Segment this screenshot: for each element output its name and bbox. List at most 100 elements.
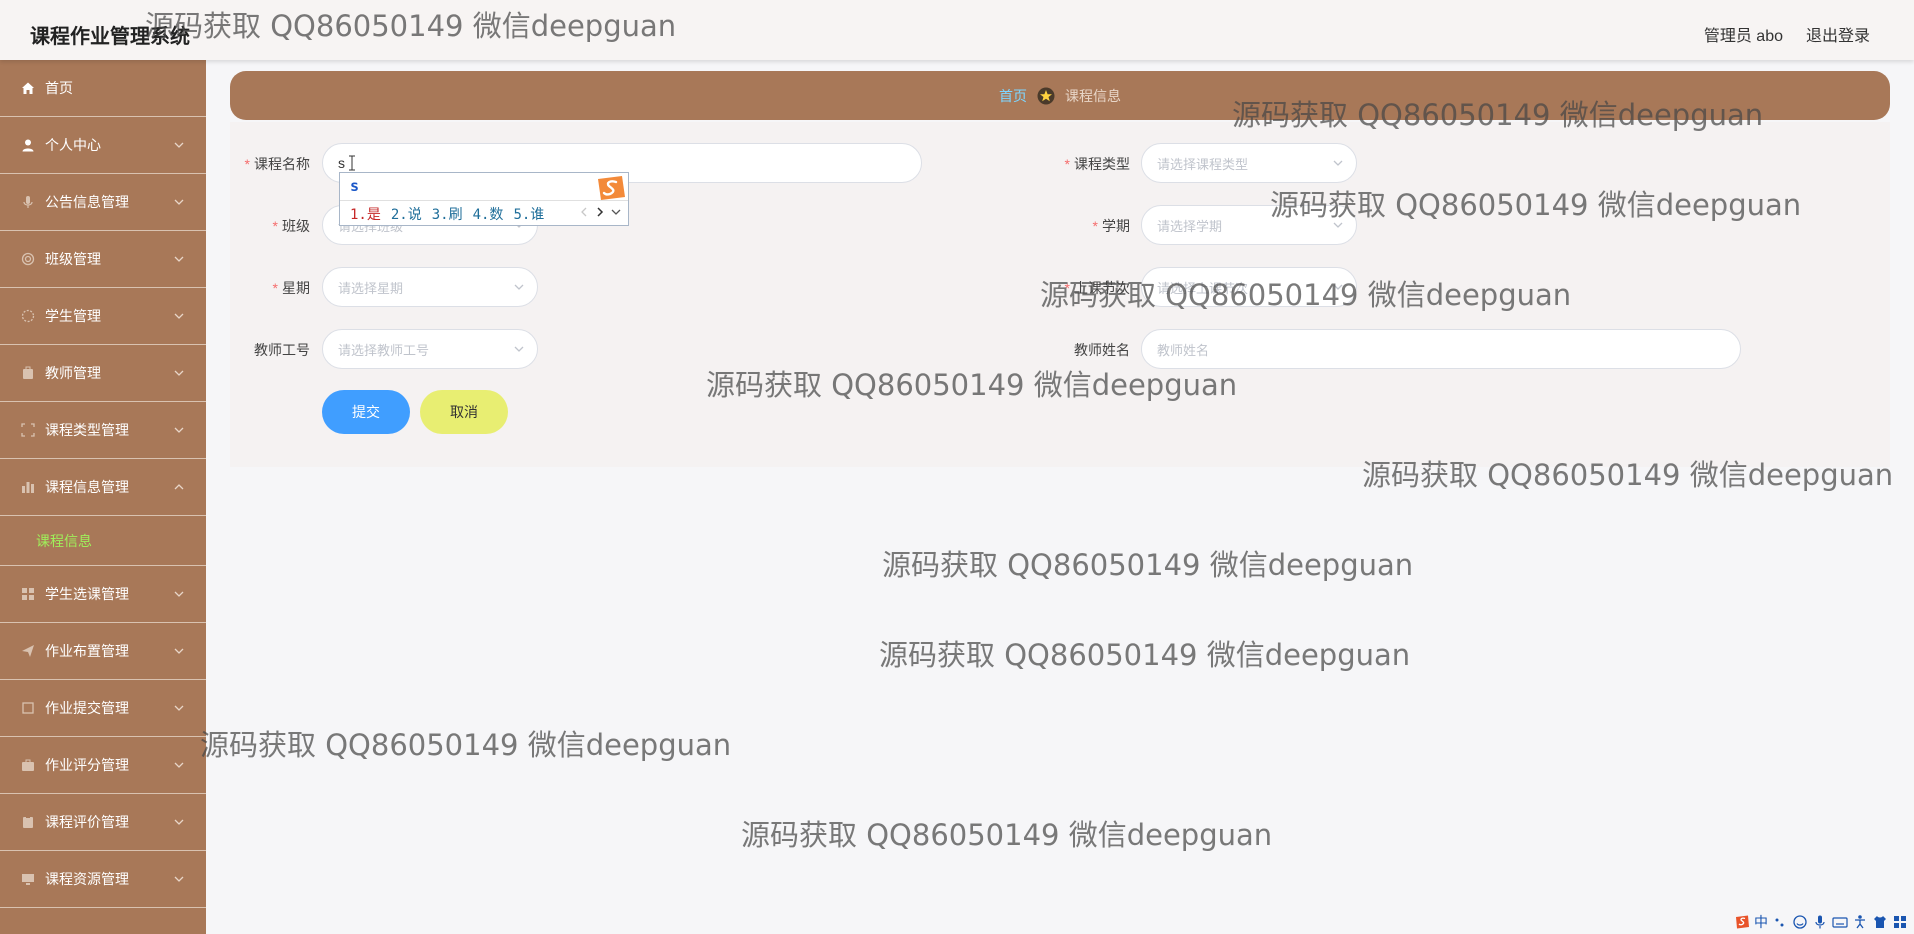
ime-separator <box>340 200 628 201</box>
teacher-id-placeholder: 请选择教师工号 <box>338 342 430 358</box>
chevron-down-icon <box>174 313 184 319</box>
punctuation-icon[interactable] <box>1772 914 1788 930</box>
course-name-value: s <box>338 155 345 171</box>
teacher-name-input[interactable]: 教师姓名 <box>1141 329 1741 369</box>
crop-icon <box>20 700 36 716</box>
ime-candidate[interactable]: 3.刷 <box>432 207 463 223</box>
ime-candidate-popup: s 1.是 2.说 3.刷 4.数 5.谁 <box>339 172 629 226</box>
sidebar-item-course-types[interactable]: 课程类型管理 <box>0 402 206 459</box>
home-icon <box>20 80 36 96</box>
teacher-id-label: 教师工号 <box>254 342 310 358</box>
sidebar-item-label: 个人中心 <box>45 137 101 153</box>
sidebar-item-homework-grading[interactable]: 作业评分管理 <box>0 737 206 794</box>
sidebar-item-course-evaluation[interactable]: 课程评价管理 <box>0 794 206 851</box>
sidebar-item-course-selection[interactable]: 学生选课管理 <box>0 566 206 623</box>
current-user-label: 管理员 abo <box>1703 28 1783 45</box>
period-placeholder: 请选择上课节次 <box>1157 280 1249 296</box>
grid-icon <box>20 586 36 602</box>
sidebar-item-announcements[interactable]: 公告信息管理 <box>0 174 206 231</box>
watermark: 源码获取 QQ86050149 微信deepguan <box>200 728 732 762</box>
sidebar-item-home[interactable]: 首页 <box>0 60 206 117</box>
semester-placeholder: 请选择学期 <box>1157 218 1223 234</box>
class-label: * 班级 <box>272 218 310 234</box>
ime-candidate[interactable]: 1.是 <box>350 207 381 223</box>
grid-icon[interactable] <box>1892 914 1908 930</box>
sidebar-item-course-info[interactable]: 课程信息管理 <box>0 459 206 516</box>
logout-link[interactable]: 退出登录 <box>1806 22 1870 46</box>
chart-icon <box>20 479 36 495</box>
cancel-button[interactable]: 取消 <box>420 390 508 434</box>
chevron-down-icon <box>1333 160 1343 166</box>
shirt-icon[interactable] <box>1872 914 1888 930</box>
sidebar-menu: 首页 个人中心 公告信息管理 班级管理 学生管理 教师管理 课程类型管理 课程信… <box>0 60 206 934</box>
chevron-down-icon[interactable] <box>610 205 622 219</box>
top-header: 课程作业管理系统 管理员 abo 退出登录 <box>0 0 1914 60</box>
monitor-icon <box>20 871 36 887</box>
required-asterisk: * <box>272 218 278 234</box>
sidebar-item-label: 教师管理 <box>45 365 101 381</box>
sogou-logo-icon[interactable] <box>1734 914 1750 930</box>
send-icon <box>20 643 36 659</box>
sidebar-item-course-resources[interactable]: 课程资源管理 <box>0 851 206 908</box>
sidebar-item-homework-assign[interactable]: 作业布置管理 <box>0 623 206 680</box>
target-icon <box>20 251 36 267</box>
sidebar-item-label: 学生选课管理 <box>45 586 129 602</box>
ime-candidate[interactable]: 5.谁 <box>513 207 544 223</box>
period-select[interactable]: 请选择上课节次 <box>1141 267 1357 307</box>
semester-select[interactable]: 请选择学期 <box>1141 205 1357 245</box>
ime-composition: s <box>350 177 360 195</box>
sidebar-item-classes[interactable]: 班级管理 <box>0 231 206 288</box>
chevron-left-icon[interactable] <box>578 205 590 219</box>
teacher-id-select[interactable]: 请选择教师工号 <box>322 329 538 369</box>
sidebar-item-students[interactable]: 学生管理 <box>0 288 206 345</box>
chevron-down-icon <box>174 199 184 205</box>
chevron-down-icon <box>174 705 184 711</box>
chevron-down-icon <box>174 256 184 262</box>
emoji-icon[interactable] <box>1792 914 1808 930</box>
sogou-logo-icon <box>598 176 625 200</box>
required-asterisk: * <box>272 280 278 296</box>
chevron-down-icon <box>1333 222 1343 228</box>
star-icon <box>1037 87 1055 104</box>
watermark: 源码获取 QQ86050149 微信deepguan <box>882 548 1414 582</box>
weekday-label: * 星期 <box>272 280 310 296</box>
breadcrumb-home-link[interactable]: 首页 <box>999 86 1027 106</box>
keyboard-icon[interactable] <box>1832 914 1848 930</box>
sidebar-item-teachers[interactable]: 教师管理 <box>0 345 206 402</box>
sidebar-item-label: 课程资源管理 <box>45 871 129 887</box>
sidebar-item-label: 课程类型管理 <box>45 422 129 438</box>
accessibility-icon[interactable] <box>1852 914 1868 930</box>
ime-language-indicator[interactable]: 中 <box>1754 912 1768 932</box>
submit-button[interactable]: 提交 <box>322 390 410 434</box>
submenu-item-course-info[interactable]: 课程信息 <box>0 516 206 566</box>
chevron-down-icon <box>514 284 524 290</box>
briefcase-icon <box>20 365 36 381</box>
breadcrumb: 首页 课程信息 <box>230 71 1890 120</box>
chevron-down-icon <box>174 819 184 825</box>
weekday-select[interactable]: 请选择星期 <box>322 267 538 307</box>
chevron-down-icon <box>174 876 184 882</box>
sidebar-item-label: 学生管理 <box>45 308 101 324</box>
semester-label: * 学期 <box>1092 218 1130 234</box>
chevron-down-icon <box>174 142 184 148</box>
teacher-name-label: 教师姓名 <box>1074 342 1130 358</box>
clipboard-icon <box>20 814 36 830</box>
sidebar-item-label: 作业提交管理 <box>45 700 129 716</box>
microphone-icon[interactable] <box>1812 914 1828 930</box>
ime-candidate[interactable]: 2.说 <box>391 207 422 223</box>
period-label: * 上课节次 <box>1064 280 1130 296</box>
watermark: 源码获取 QQ86050149 微信deepguan <box>879 638 1411 672</box>
chevron-down-icon <box>174 427 184 433</box>
sidebar-item-label: 课程信息管理 <box>45 479 129 495</box>
ime-nav <box>578 205 622 219</box>
user-icon <box>20 137 36 153</box>
sidebar-item-homework-submit[interactable]: 作业提交管理 <box>0 680 206 737</box>
course-name-label: * 课程名称 <box>244 156 310 172</box>
sidebar-item-profile[interactable]: 个人中心 <box>0 117 206 174</box>
circle-dashed-icon <box>20 308 36 324</box>
sidebar-item-label: 班级管理 <box>45 251 101 267</box>
course-type-select[interactable]: 请选择课程类型 <box>1141 143 1357 183</box>
ime-candidate[interactable]: 4.数 <box>473 207 504 223</box>
text-cursor-icon <box>349 155 355 171</box>
chevron-right-icon[interactable] <box>594 205 606 219</box>
